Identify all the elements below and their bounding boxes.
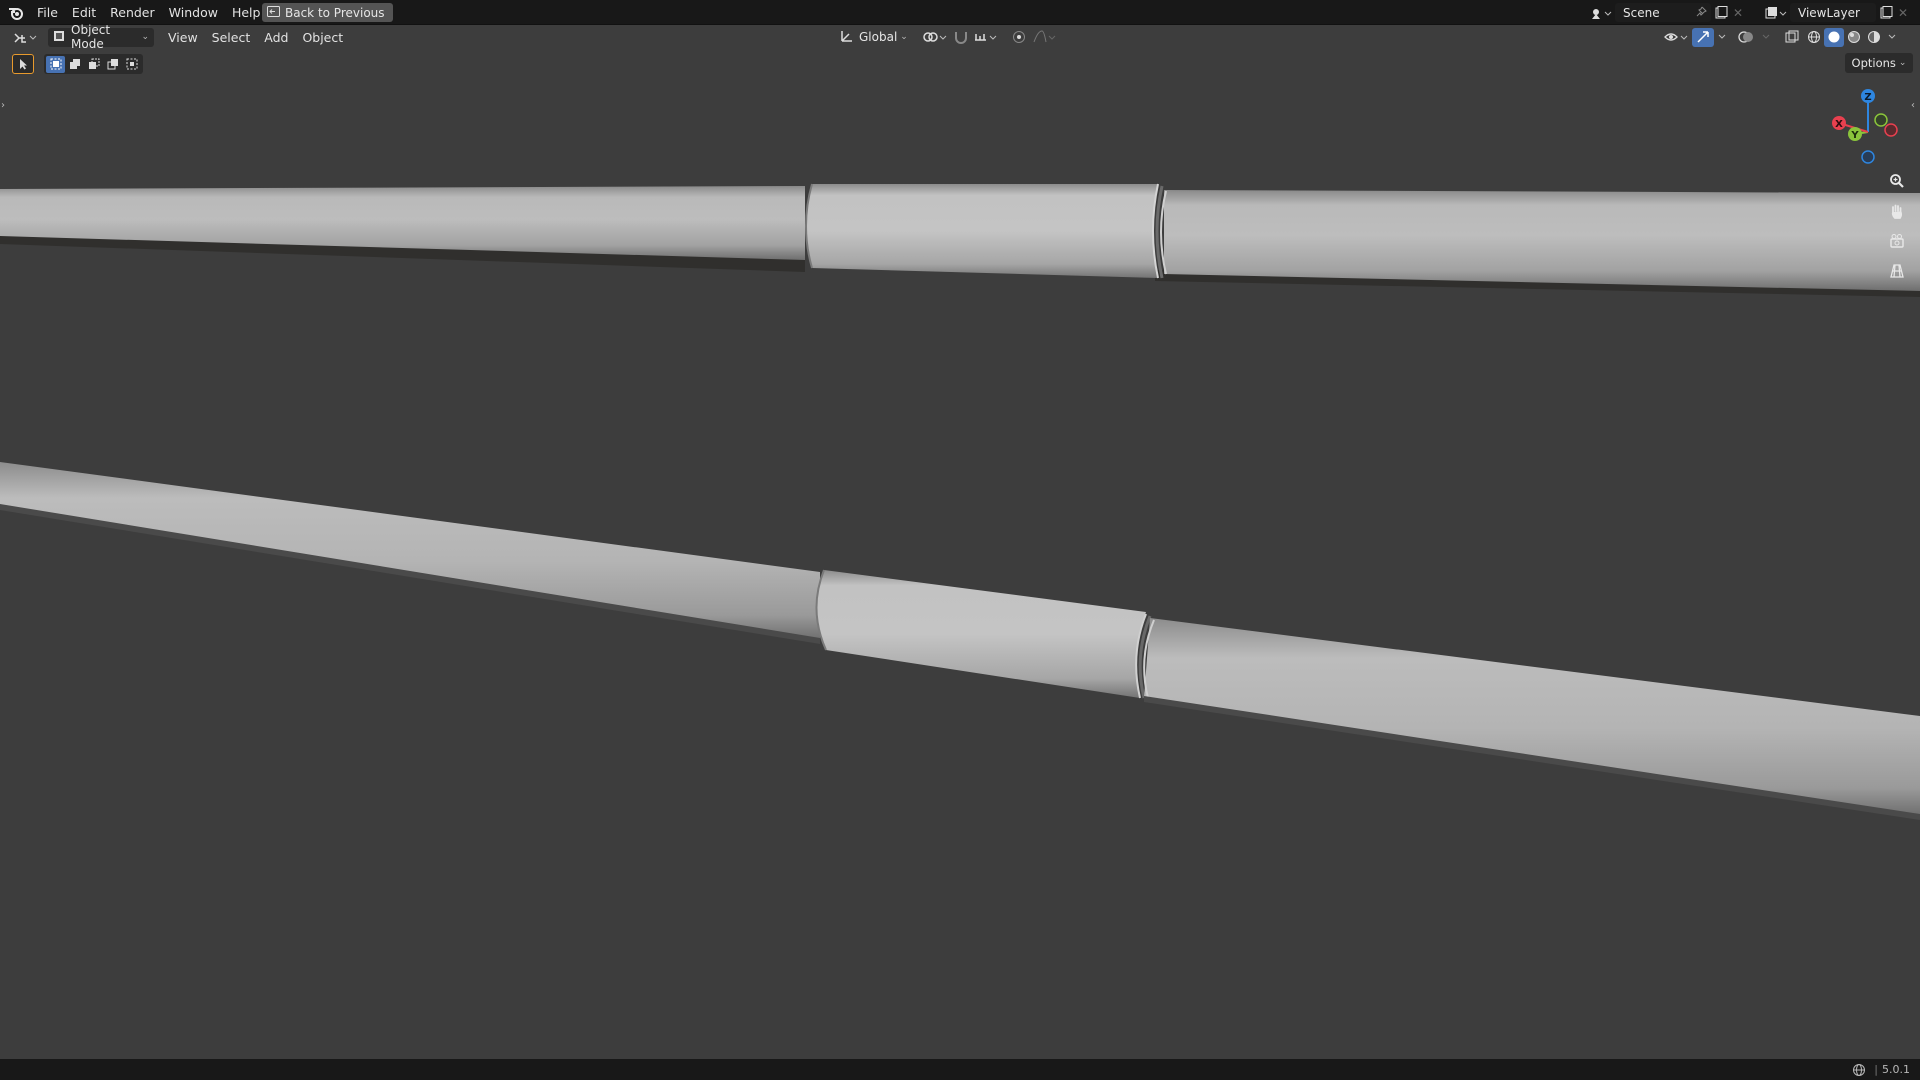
lower-rod-sleeve[interactable] [816, 570, 1146, 698]
lower-rod[interactable] [0, 462, 1920, 820]
back-to-previous-button[interactable]: Back to Previous [262, 3, 393, 22]
delete-viewlayer-icon[interactable]: ✕ [1896, 3, 1910, 23]
blender-version: 5.0.1 [1882, 1063, 1910, 1076]
mode-selector[interactable]: Object Mode ⌄ [48, 23, 154, 51]
hand-icon [1889, 203, 1905, 222]
grid-icon [1889, 263, 1905, 282]
upper-rod-sleeve[interactable] [806, 184, 1158, 278]
gizmo-dropdown-icon[interactable] [1714, 27, 1730, 47]
scene-name-field[interactable]: Scene [1615, 3, 1711, 22]
back-icon [267, 5, 280, 20]
blender-logo[interactable] [6, 0, 26, 25]
orientation-label: Global [859, 30, 898, 44]
gizmo-y-label: Y [1850, 130, 1859, 141]
zoom-view-button[interactable] [1883, 168, 1911, 196]
sidebar-expand-arrow[interactable]: ‹ [1911, 100, 1915, 111]
menu-window[interactable]: Window [162, 3, 225, 22]
perspective-toggle-button[interactable] [1883, 258, 1911, 286]
lower-rod-left-segment[interactable] [0, 462, 820, 642]
back-to-previous-label: Back to Previous [285, 5, 385, 20]
3d-viewport[interactable] [0, 0, 1920, 1059]
navigation-gizmo[interactable]: Z X Y [1822, 84, 1908, 170]
menu-file[interactable]: File [30, 3, 65, 22]
new-viewlayer-icon[interactable] [1876, 3, 1896, 23]
pivot-point-icon[interactable] [920, 27, 950, 47]
shading-dropdown-icon[interactable] [1884, 27, 1900, 47]
snap-target-icon[interactable] [972, 27, 1002, 47]
overlays-toggle-icon[interactable] [1734, 27, 1758, 47]
viewlayer-name: ViewLayer [1798, 5, 1860, 20]
select-invert-icon[interactable] [103, 54, 122, 74]
editor-type-icon[interactable] [12, 27, 40, 47]
status-bar: | 5.0.1 [0, 1059, 1920, 1080]
gizmo-neg-x[interactable] [1884, 123, 1898, 137]
mode-label: Object Mode [71, 23, 111, 51]
selection-mode-group [44, 54, 143, 74]
options-label: Options [1851, 56, 1896, 70]
shading-solid-icon[interactable] [1824, 27, 1844, 47]
new-scene-icon[interactable] [1711, 3, 1731, 23]
camera-view-button[interactable] [1883, 228, 1911, 256]
object-mode-icon [53, 30, 65, 45]
overlays-dropdown-icon[interactable] [1758, 27, 1774, 47]
select-extend-icon[interactable] [65, 54, 84, 74]
scene-browse-icon[interactable] [1587, 3, 1615, 23]
scene-name: Scene [1623, 5, 1660, 20]
gizmo-toggle-icon[interactable] [1692, 27, 1714, 47]
viewlayer-name-field[interactable]: ViewLayer [1790, 3, 1876, 22]
proportional-editing-icon[interactable] [1008, 27, 1030, 47]
toolbar-expand-arrow[interactable]: › [1, 100, 5, 111]
menu-select[interactable]: Select [205, 28, 258, 47]
shading-wireframe-icon[interactable] [1804, 27, 1824, 47]
viewlayer-browse-icon[interactable] [1762, 3, 1790, 23]
delete-scene-icon[interactable]: ✕ [1731, 3, 1745, 23]
scene-canvas[interactable] [0, 0, 1920, 1080]
menu-add[interactable]: Add [257, 28, 295, 47]
upper-rod-right-segment[interactable] [1164, 190, 1920, 291]
snap-toggle-icon[interactable] [950, 27, 972, 47]
xray-toggle-icon[interactable] [1780, 27, 1804, 47]
chevron-down-icon: ⌄ [900, 32, 908, 42]
shading-rendered-icon[interactable] [1864, 27, 1884, 47]
network-globe-icon[interactable] [1852, 1063, 1866, 1077]
menu-render[interactable]: Render [103, 3, 162, 22]
top-menu-bar: File Edit Render Window Help Back to Pre… [0, 0, 1920, 25]
camera-icon [1889, 233, 1905, 252]
zoom-icon [1889, 173, 1905, 192]
menu-object[interactable]: Object [295, 28, 350, 47]
select-intersect-icon[interactable] [122, 54, 141, 74]
pin-icon[interactable] [1696, 6, 1707, 20]
tool-settings-row [12, 53, 143, 75]
falloff-icon[interactable] [1030, 27, 1060, 47]
select-new-icon[interactable] [46, 55, 65, 73]
options-button[interactable]: Options ⌄ [1845, 53, 1913, 73]
shading-material-icon[interactable] [1844, 27, 1864, 47]
viewport-header: Object Mode ⌄ View Select Add Object Glo… [0, 23, 1920, 51]
gizmo-z-label: Z [1864, 92, 1871, 103]
gizmo-neg-z[interactable] [1861, 150, 1875, 164]
chevron-down-icon: ⌄ [141, 32, 149, 42]
upper-rod[interactable] [0, 183, 1920, 297]
orientation-icon [840, 29, 854, 46]
selectability-visibility-icon[interactable] [1662, 27, 1692, 47]
select-subtract-icon[interactable] [84, 54, 103, 74]
gizmo-x-label: X [1835, 119, 1843, 130]
menu-view[interactable]: View [161, 28, 205, 47]
select-tool-icon[interactable] [12, 54, 34, 74]
gizmo-neg-y[interactable] [1874, 113, 1888, 127]
menu-edit[interactable]: Edit [65, 3, 103, 22]
pan-view-button[interactable] [1883, 198, 1911, 226]
status-divider: | [1874, 1063, 1878, 1076]
chevron-down-icon: ⌄ [1898, 58, 1907, 68]
transform-orientation-selector[interactable]: Global ⌄ [836, 28, 912, 47]
blender-logo-icon[interactable] [6, 3, 26, 23]
